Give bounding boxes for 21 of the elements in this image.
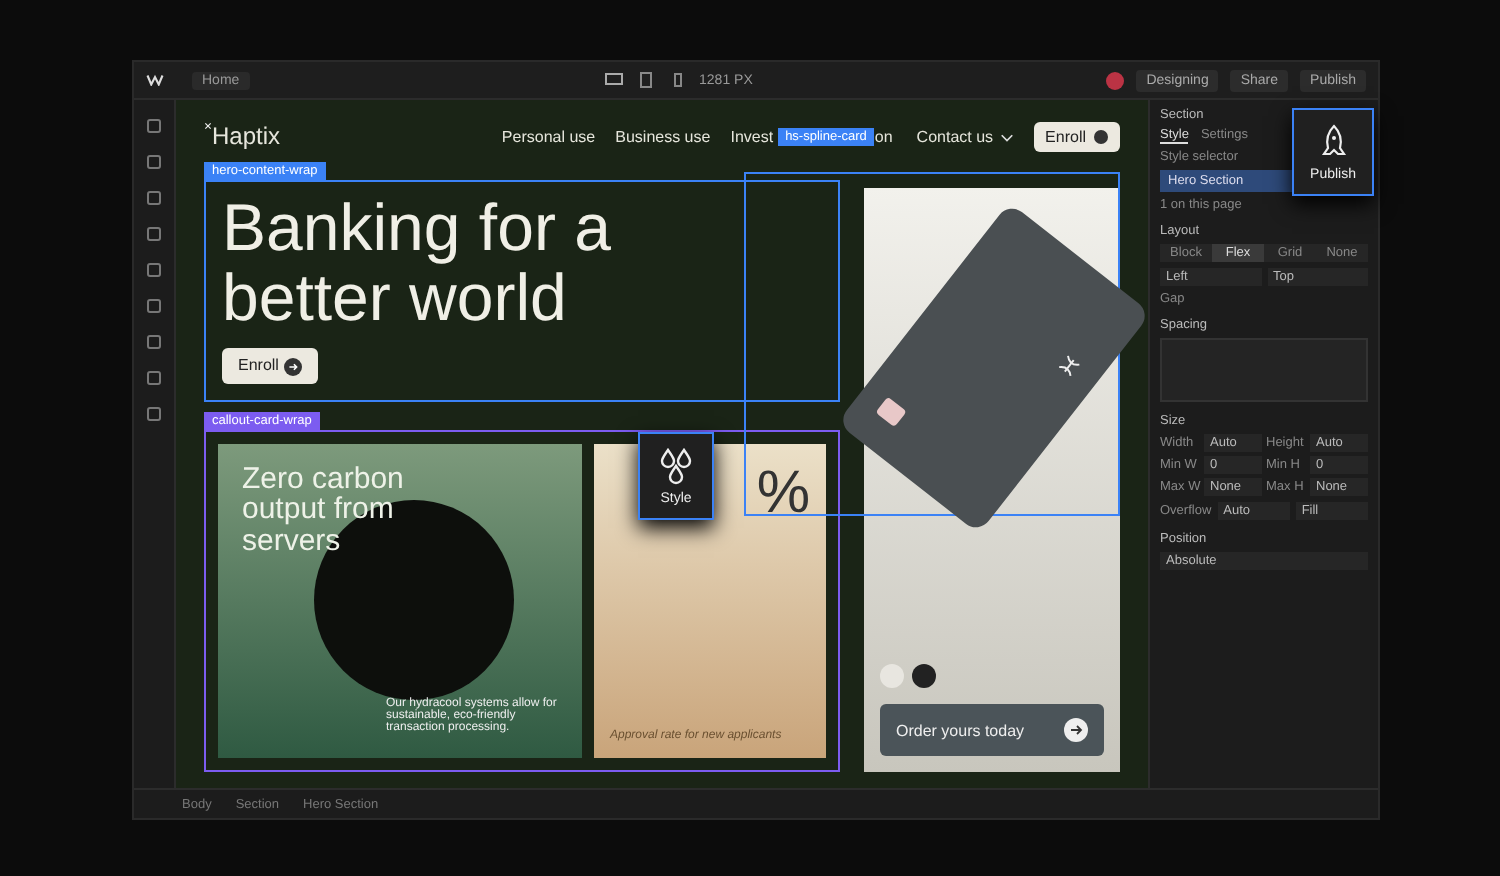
site-logo[interactable]: Haptix — [212, 122, 281, 150]
nav-link[interactable]: on — [874, 127, 893, 145]
hero-headline: Banking for a better world — [222, 194, 613, 333]
tablet-icon[interactable] — [635, 70, 656, 90]
desktop-icon[interactable] — [603, 70, 624, 90]
x-icon — [204, 122, 212, 130]
drops-icon — [656, 445, 696, 486]
enroll-button[interactable]: Enroll — [222, 348, 318, 384]
logo-icon[interactable] — [146, 74, 164, 86]
nav-link[interactable]: Invest — [730, 127, 774, 145]
enroll-button[interactable]: Enroll — [1033, 121, 1120, 151]
nav-link[interactable]: Personal use — [501, 127, 596, 145]
nav-link[interactable]: Contact us — [916, 127, 994, 145]
arrow-icon — [283, 357, 302, 376]
avatar-circle — [1106, 71, 1125, 89]
stat-value: % — [756, 459, 810, 528]
nav-link[interactable]: Business use — [615, 127, 711, 145]
color-swatch[interactable] — [880, 664, 904, 688]
color-swatch[interactable] — [912, 664, 936, 688]
order-button[interactable]: Order yours today — [880, 704, 1104, 756]
caret-icon — [999, 129, 1014, 143]
